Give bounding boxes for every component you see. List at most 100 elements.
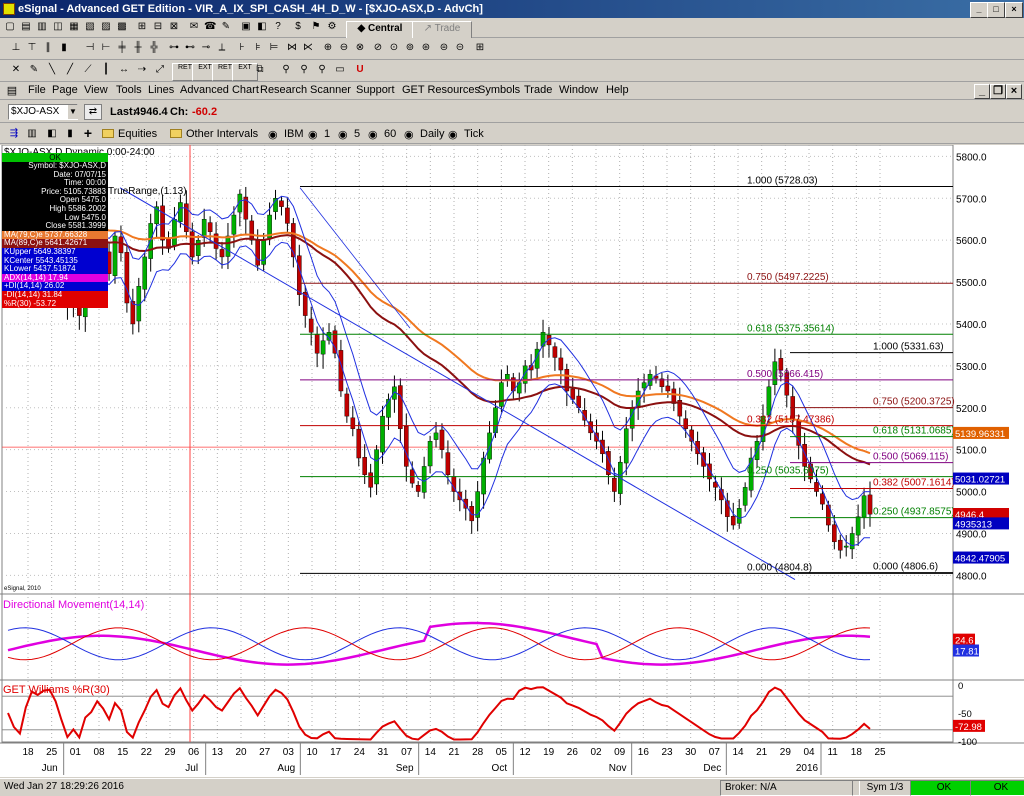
interval-5[interactable]: 5: [354, 128, 360, 140]
zoom-icon[interactable]: ⚲: [316, 63, 328, 77]
mdi-close-icon[interactable]: ×: [1006, 84, 1022, 99]
equities-folder[interactable]: Equities: [118, 128, 157, 140]
menu-file[interactable]: File: [28, 84, 46, 96]
status-ok-1[interactable]: OK: [910, 780, 978, 796]
tool-icon[interactable]: ☎: [204, 20, 216, 34]
tool-icon[interactable]: ▥: [36, 20, 48, 34]
bar-icon[interactable]: ⊖: [338, 41, 350, 55]
bar-icon[interactable]: ⊚: [404, 41, 416, 55]
menu-support[interactable]: Support: [356, 84, 395, 96]
bar-icon[interactable]: ⊥: [10, 41, 22, 55]
line-icon[interactable]: ╲: [46, 63, 58, 77]
mdi-restore-icon[interactable]: ❐: [990, 84, 1006, 99]
interval-ibm[interactable]: IBM: [284, 128, 304, 140]
minimize-icon[interactable]: _: [970, 2, 988, 18]
interval-60[interactable]: 60: [384, 128, 396, 140]
copy-icon[interactable]: ⧉: [254, 63, 266, 77]
symbol-action-icon[interactable]: ⇄: [84, 104, 102, 120]
close-icon[interactable]: ×: [1005, 2, 1023, 18]
bar-icon[interactable]: ⟂: [216, 41, 228, 55]
bar-icon[interactable]: ⋈: [286, 41, 298, 55]
tool-icon[interactable]: ◫: [52, 20, 64, 34]
radio-icon[interactable]: ◉: [448, 128, 458, 141]
interval-daily[interactable]: Daily: [420, 128, 444, 140]
bar-icon[interactable]: ╫: [132, 41, 144, 55]
radio-icon[interactable]: ◉: [268, 128, 278, 141]
tool-icon[interactable]: ✎: [220, 20, 232, 34]
bar-icon[interactable]: ⊦: [236, 41, 248, 55]
bar-icon[interactable]: ⊶: [168, 41, 180, 55]
bar-icon[interactable]: ▮: [64, 127, 76, 141]
status-ok-2[interactable]: OK: [970, 780, 1024, 796]
u-icon[interactable]: U: [354, 63, 366, 77]
bar-icon[interactable]: ⊞: [474, 41, 486, 55]
crosshair-icon[interactable]: ✕: [10, 63, 22, 77]
line-icon[interactable]: ┃: [100, 63, 112, 77]
scroll-icon[interactable]: ◧: [46, 127, 58, 141]
menu-help[interactable]: Help: [606, 84, 629, 96]
bar-icon[interactable]: ⊗: [354, 41, 366, 55]
tool-icon[interactable]: ?: [272, 20, 284, 34]
zoom-icon[interactable]: ⚲: [298, 63, 310, 77]
line-icon[interactable]: ╱: [64, 63, 76, 77]
chart-area[interactable]: 5800.0 5700.0 5600.0 5500.0 5400.0 5300.0 5200…: [0, 145, 1024, 777]
tool-icon[interactable]: ⊠: [168, 20, 180, 34]
menu-trade[interactable]: Trade: [524, 84, 552, 96]
bar-icon[interactable]: ⋉: [302, 41, 314, 55]
bar-icon[interactable]: ⊷: [184, 41, 196, 55]
bar-icon[interactable]: ⊘: [372, 41, 384, 55]
pencil-icon[interactable]: ✎: [28, 63, 40, 77]
tool-icon[interactable]: ✉: [188, 20, 200, 34]
line-icon[interactable]: ⟋: [82, 63, 94, 77]
bar-icon[interactable]: ⊣: [84, 41, 96, 55]
tool-icon[interactable]: ▤: [20, 20, 32, 34]
symbol-dropdown-icon[interactable]: ▼: [68, 105, 78, 119]
line-icon[interactable]: ⤢: [154, 63, 166, 77]
bar-icon[interactable]: ∥: [42, 41, 54, 55]
bar-icon[interactable]: ╬: [148, 41, 160, 55]
tool-icon[interactable]: ▨: [100, 20, 112, 34]
menu-research[interactable]: Research: [260, 84, 307, 96]
mdi-minimize-icon[interactable]: _: [974, 84, 990, 99]
bar-icon[interactable]: ⊸: [200, 41, 212, 55]
menu-get-resources[interactable]: GET Resources: [402, 84, 480, 96]
menu-page[interactable]: Page: [52, 84, 78, 96]
bar-icon[interactable]: ⊛: [420, 41, 432, 55]
tool-icon[interactable]: ⊞: [136, 20, 148, 34]
bar-icon[interactable]: ⊝: [454, 41, 466, 55]
radio-icon[interactable]: ◉: [368, 128, 378, 141]
line-icon[interactable]: ⇢: [136, 63, 148, 77]
tool-icon[interactable]: ▦: [68, 20, 80, 34]
rect-icon[interactable]: ▭: [334, 63, 346, 77]
bar-icon[interactable]: ⊕: [322, 41, 334, 55]
tool-icon[interactable]: $: [292, 20, 304, 34]
bar-icon[interactable]: ⊙: [388, 41, 400, 55]
tool-icon[interactable]: ⚙: [326, 20, 338, 34]
bar-icon[interactable]: ⊤: [26, 41, 38, 55]
link-icon[interactable]: ⇶: [8, 127, 20, 141]
bar-icon[interactable]: ⊢: [100, 41, 112, 55]
chart-icon[interactable]: ▥: [26, 127, 38, 141]
chart-svg[interactable]: 5800.0 5700.0 5600.0 5500.0 5400.0 5300.0 5200…: [0, 145, 1024, 777]
trade-button[interactable]: ↗ Trade: [412, 21, 472, 39]
tool-icon[interactable]: ▣: [240, 20, 252, 34]
candle-icon[interactable]: ▮: [58, 41, 70, 55]
menu-lines[interactable]: Lines: [148, 84, 174, 96]
radio-icon[interactable]: ◉: [404, 128, 414, 141]
menu-symbols[interactable]: Symbols: [478, 84, 520, 96]
line-icon[interactable]: ↔: [118, 63, 130, 77]
interval-1[interactable]: 1: [324, 128, 330, 140]
central-button[interactable]: ◆ Central: [346, 21, 414, 39]
bar-icon[interactable]: ⊜: [438, 41, 450, 55]
tool-icon[interactable]: ◧: [256, 20, 268, 34]
other-intervals-folder[interactable]: Other Intervals: [186, 128, 258, 140]
bar-icon[interactable]: ⊧: [252, 41, 264, 55]
menu-advanced-chart[interactable]: Advanced Chart: [180, 84, 259, 96]
tool-icon[interactable]: ▢: [4, 20, 16, 34]
tool-icon[interactable]: ▩: [116, 20, 128, 34]
tool-icon[interactable]: ⚑: [310, 20, 322, 34]
tool-icon[interactable]: ⊟: [152, 20, 164, 34]
bar-icon[interactable]: ⊨: [268, 41, 280, 55]
zoom-icon[interactable]: ⚲: [280, 63, 292, 77]
menu-scanner[interactable]: Scanner: [310, 84, 351, 96]
